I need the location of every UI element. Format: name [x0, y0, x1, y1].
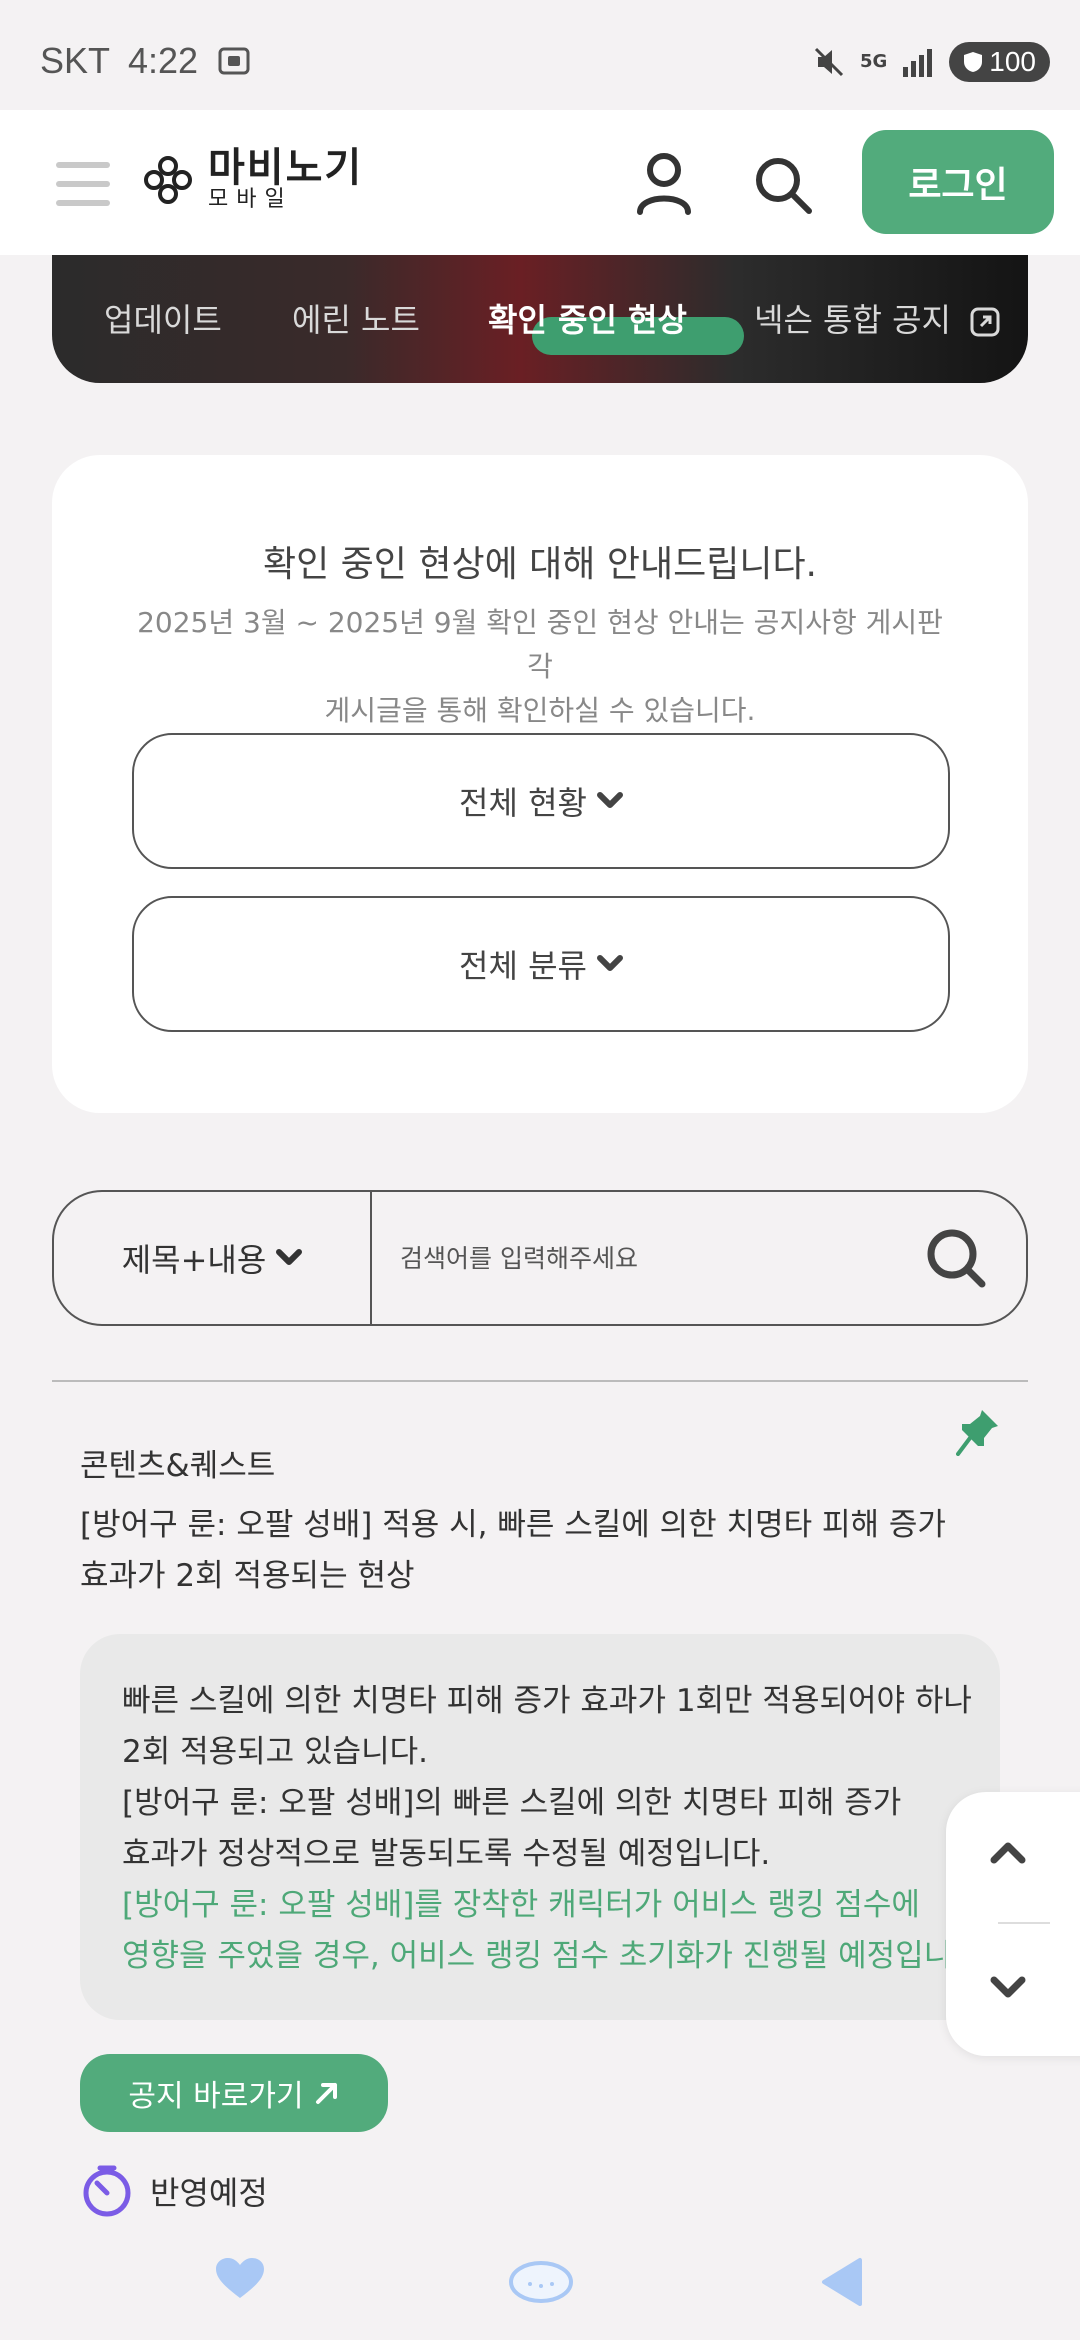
category-filter-label: 전체 분류: [459, 947, 587, 985]
heart-icon[interactable]: [214, 2256, 266, 2300]
mute-icon: [814, 47, 844, 77]
search-icon[interactable]: [924, 1226, 988, 1290]
logo-sub-text: 모바일: [208, 187, 293, 212]
post-title-line2: 효과가 2회 적용되는 현상: [80, 1558, 415, 1594]
post-body-line: 효과가 정상적으로 발동되도록 수정될 예정입니다.: [122, 1836, 771, 1872]
user-icon[interactable]: [634, 150, 694, 216]
info-card-description: 2025년 3월 ~ 2025년 9월 확인 중인 현상 안내는 공지사항 게시…: [122, 601, 958, 733]
status-right: 5G 100: [812, 42, 1050, 82]
screenshot-icon: [218, 47, 250, 75]
post-body-line: [방어구 룬: 오팔 성배]의 빠른 스킬에 의한 치명타 피해 증가: [122, 1785, 902, 1821]
menu-icon[interactable]: [56, 162, 110, 206]
battery-level: 100: [989, 46, 1036, 77]
info-card-title: 확인 중인 현상에 대해 안내드립니다.: [262, 544, 818, 585]
scroll-controls: [946, 1792, 1080, 2056]
post-body: 빠른 스킬에 의한 치명타 피해 증가 효과가 1회만 적용되어야 하나 2회 …: [80, 1634, 1000, 2020]
tab-banner: 업데이트 에린 노트 확인 중인 현상 넥슨 통합 공지: [52, 255, 1028, 383]
arrow-up-right-icon: [315, 2083, 337, 2104]
category-filter-dropdown[interactable]: 전체 분류: [132, 896, 950, 1032]
carrier: SKT: [40, 40, 111, 81]
search-input[interactable]: [400, 1226, 900, 1290]
site-logo[interactable]: 마비노기 모바일: [140, 148, 363, 212]
chevron-down-icon: [596, 792, 623, 808]
post-status-label: 반영예정: [150, 2174, 268, 2212]
signal-icon: [903, 49, 933, 77]
post-category: 콘텐츠&퀘스트: [80, 1448, 276, 1484]
bottom-navigation: [0, 2232, 1080, 2340]
info-card: 확인 중인 현상에 대해 안내드립니다. 2025년 3월 ~ 2025년 9월…: [52, 455, 1028, 1113]
tab-erin-note[interactable]: 에린 노트: [292, 295, 420, 341]
pin-icon: [956, 1410, 998, 1456]
info-desc-line1: 2025년 3월 ~ 2025년 9월 확인 중인 현상 안내는 공지사항 게시…: [137, 606, 943, 683]
battery-indicator: 100: [949, 42, 1050, 82]
search-bar: 제목+내용: [52, 1190, 1028, 1326]
scroll-controls-divider: [998, 1922, 1050, 1924]
post-title-line1: [방어구 룬: 오팔 성배] 적용 시, 빠른 스킬에 의한 치명타 피해 증가: [80, 1507, 946, 1543]
search-type-label: 제목+내용: [121, 1241, 267, 1279]
tab-update[interactable]: 업데이트: [104, 295, 222, 341]
section-divider: [52, 1380, 1028, 1382]
search-icon[interactable]: [752, 154, 814, 216]
chevron-down-icon[interactable]: [988, 1968, 1028, 2008]
logo-icon: [144, 156, 192, 204]
notice-shortcut-label: 공지 바로가기: [128, 2079, 304, 2114]
chevron-down-icon: [596, 955, 623, 971]
back-icon[interactable]: [820, 2256, 864, 2308]
info-desc-line2: 게시글을 통해 확인하실 수 있습니다.: [324, 694, 756, 727]
chevron-up-icon[interactable]: [988, 1832, 1028, 1872]
tab-known-issues[interactable]: 확인 중인 현상: [488, 295, 687, 341]
post-title[interactable]: [방어구 룬: 오팔 성배] 적용 시, 빠른 스킬에 의한 치명타 피해 증가…: [80, 1500, 960, 1602]
search-type-select[interactable]: 제목+내용: [54, 1192, 372, 1324]
logo-wordmark: 마비노기 모바일: [208, 148, 363, 212]
post-body-line: 2회 적용되고 있습니다.: [122, 1734, 428, 1770]
timer-icon: [83, 2165, 131, 2217]
site-header: 마비노기 모바일 로그인: [0, 110, 1080, 255]
notice-shortcut-button[interactable]: 공지 바로가기: [80, 2054, 388, 2132]
shield-icon: [964, 52, 983, 72]
status-filter-dropdown[interactable]: 전체 현황: [132, 733, 950, 869]
post-body-highlight-line: 영향을 주었을 경우, 어비스 랭킹 점수 초기화가 진행될 예정입니다.: [122, 1938, 991, 1974]
chevron-down-icon: [276, 1249, 303, 1265]
external-link-icon: [970, 307, 1000, 337]
bread-icon[interactable]: [508, 2256, 574, 2304]
post-status: 반영예정: [80, 2164, 268, 2218]
login-button[interactable]: 로그인: [862, 130, 1054, 234]
tab-nexon-notice[interactable]: 넥슨 통합 공지: [754, 295, 1001, 341]
status-bar: SKT 4:22 5G 100: [0, 0, 1080, 110]
status-left: SKT 4:22: [40, 40, 252, 82]
post-body-highlight-line: [방어구 룬: 오팔 성배]를 장착한 캐릭터가 어비스 랭킹 점수에: [122, 1887, 920, 1923]
logo-main-text: 마비노기: [208, 145, 364, 191]
time: 4:22: [128, 40, 199, 81]
tab-nexon-notice-label: 넥슨 통합 공지: [754, 301, 951, 339]
network-type: 5G: [859, 51, 888, 72]
status-filter-label: 전체 현황: [459, 784, 587, 822]
post-body-line: 빠른 스킬에 의한 치명타 피해 증가 효과가 1회만 적용되어야 하나: [122, 1683, 972, 1719]
